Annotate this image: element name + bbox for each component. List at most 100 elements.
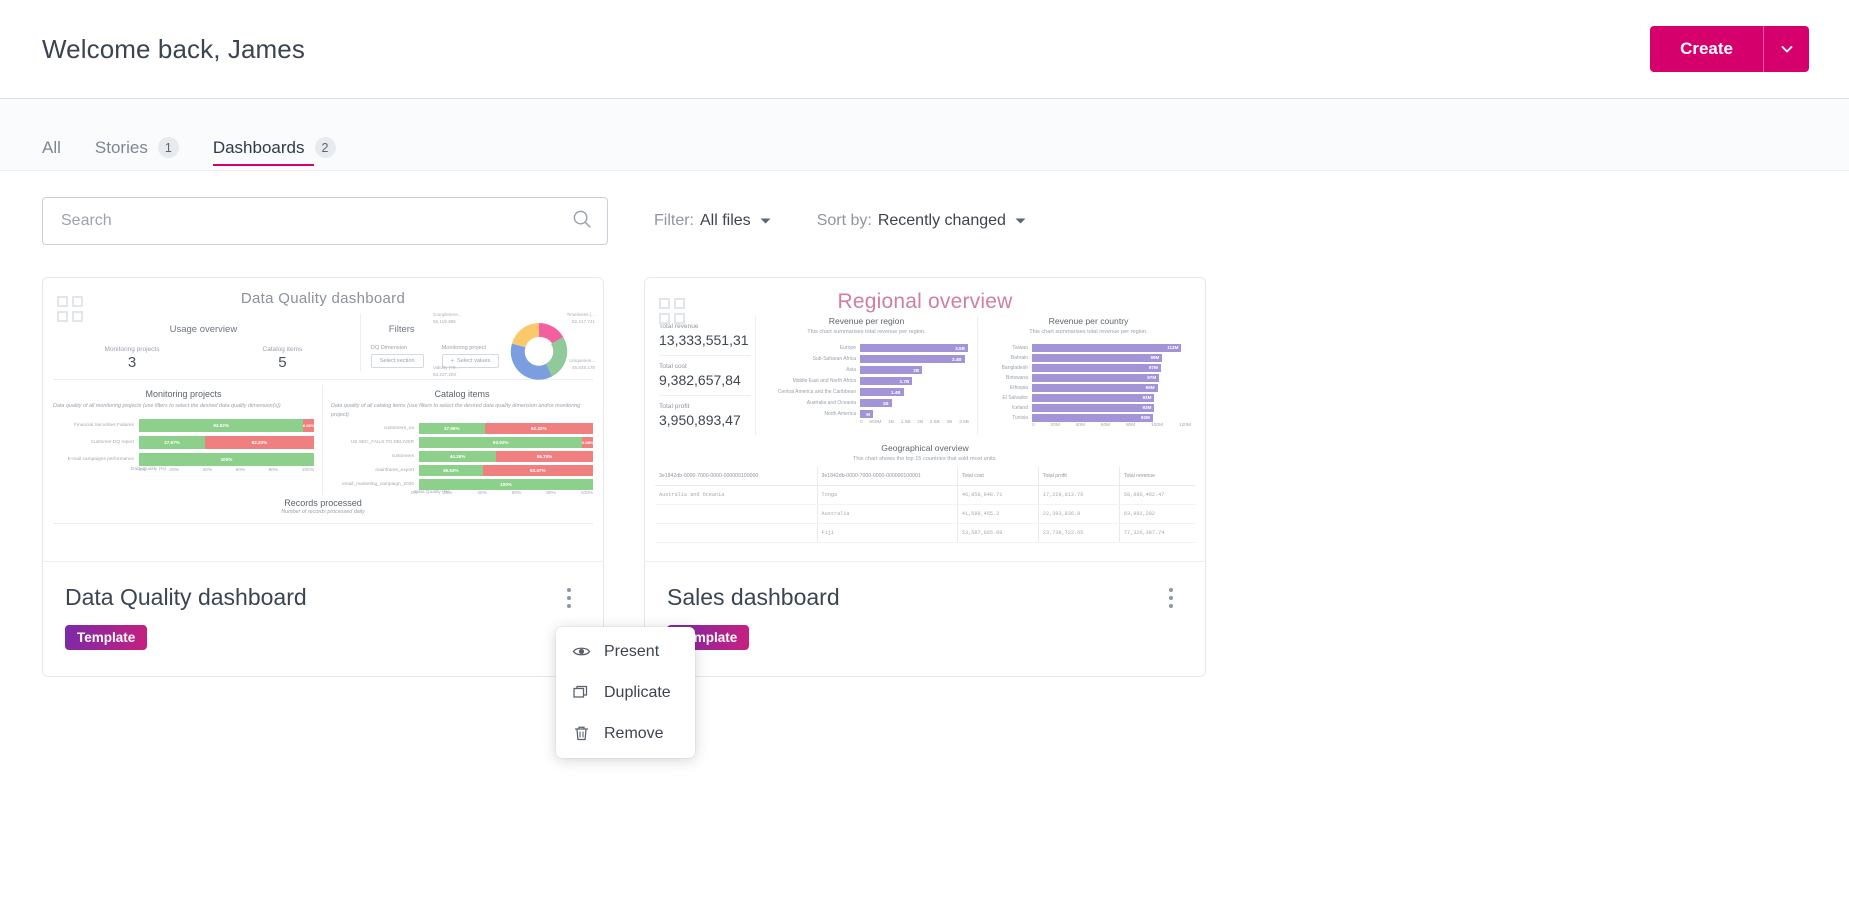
sort-dropdown[interactable]: Sort by: Recently changed [817, 212, 1026, 230]
thumb-chart-desc: This chart summarises total revenue per … [764, 329, 969, 335]
bar-row: Central America and the Caribbean1.4B [764, 387, 969, 397]
bar-row: Bangladesh97M [986, 363, 1191, 372]
table-cell: Fiji [817, 524, 957, 543]
chart-axis: 020M40M60M80M100M120M [1032, 423, 1191, 428]
table-row: Fiji 53,587,665.09 23,738,722.65 77,326,… [655, 524, 1195, 543]
thumb-kpi-label: Total revenue [659, 323, 751, 330]
more-vertical-icon [567, 596, 571, 600]
card-footer: Data Quality dashboard Template [43, 562, 603, 676]
thumb-kpi-label: Monitoring projects [105, 346, 160, 353]
table-header-cell: Total profit [1038, 467, 1119, 486]
status-badge: Template [65, 625, 147, 650]
filter-value: All files [700, 212, 751, 230]
thumb-section-usage: Usage overview [53, 324, 354, 335]
create-button-group: Create [1650, 26, 1809, 72]
thumb-kpi-value: 3 [105, 354, 160, 371]
filter-dropdown[interactable]: Filter: All files [654, 212, 771, 230]
table-cell [655, 505, 817, 524]
tabs: All Stories 1 Dashboards 2 [42, 137, 336, 170]
bar-row: Middle East and North Africa1.7B [764, 376, 969, 386]
donut-label: Uniquenes...45,548,178 [569, 358, 595, 372]
thumb-kpi: Monitoring projects 3 [105, 346, 160, 371]
thumb-kpi-label: Catalog items [263, 346, 303, 353]
table-cell: Australia and Oceania [655, 486, 817, 505]
bar-row: customers 44.26% 55.74% [331, 449, 593, 463]
thumb-chart-desc: Data quality of all monitoring projects … [53, 402, 314, 411]
grid-logo-icon [57, 296, 83, 322]
more-vertical-icon [567, 604, 571, 608]
dashboard-card[interactable]: Regional overview Total revenue 13,333,5… [644, 277, 1206, 677]
more-vertical-icon [567, 588, 571, 592]
bar-row: US SEC_FAILS TO DELIVER 93.92% 6.08% [331, 435, 593, 449]
bar-row: Financial Securities Failures 93.92% 6.0… [53, 417, 314, 434]
bar-row: Tunisia92M [986, 413, 1191, 422]
search-icon[interactable] [571, 208, 593, 235]
tab-stories[interactable]: Stories 1 [95, 137, 179, 170]
context-menu-item-label: Duplicate [604, 684, 671, 702]
thumb-title: Regional overview [655, 290, 1195, 314]
bar-row: North AmericaM [764, 409, 969, 419]
thumb-kpi-value: 13,333,551,31 [659, 332, 751, 348]
bar-row: Ethiopia96M [986, 383, 1191, 392]
tab-all-label: All [42, 138, 61, 158]
dashboard-thumbnail-data-quality[interactable]: Data Quality dashboard Usage overview Mo… [43, 278, 603, 562]
thumb-kpi-value: 9,382,657,84 [659, 372, 751, 388]
thumb-chart-title: Revenue per country [986, 316, 1191, 326]
context-menu-item-present[interactable]: Present [556, 631, 695, 672]
bar-row: email_marketing_campaign_2020 100% [331, 477, 593, 491]
bar-row: El Salvador93M [986, 393, 1191, 402]
thumb-chart-title: Monitoring projects [53, 389, 314, 399]
bar-row: Taiwan113M [986, 343, 1191, 352]
card-menu-button[interactable] [1159, 584, 1183, 612]
tabs-bar: All Stories 1 Dashboards 2 [0, 99, 1849, 171]
bar-row: mainframe_export 36.53% 63.47% [331, 463, 593, 477]
table-row: Australia and Oceania Tonga 46,858,648.7… [655, 486, 1195, 505]
donut-label: Completene...56,119,386 [433, 312, 462, 326]
more-vertical-icon [1169, 604, 1173, 608]
thumb-footer-chart-title: Records processed [53, 498, 593, 508]
bar-row: Sub-Saharan Africa3.4B [764, 354, 969, 364]
card-context-menu: Present Duplicate Remove [556, 627, 695, 758]
context-menu-item-remove[interactable]: Remove [556, 713, 695, 754]
card-title: Sales dashboard [667, 584, 1183, 611]
search-box[interactable] [42, 197, 608, 245]
trash-icon [572, 724, 591, 743]
thumb-kpi-label: Total cost [659, 363, 751, 370]
thumb-kpi: Total profit 3,950,893,47 [659, 396, 751, 435]
thumb-donut-chart: Completene...56,119,386 Timeliness (...8… [435, 310, 595, 392]
table-cell: 22,393,836.8 [1038, 505, 1119, 524]
bar-row: Europe3.5B [764, 343, 969, 353]
thumb-chart-desc: This chart summarises total revenue per … [986, 329, 1191, 335]
search-input[interactable] [61, 212, 571, 230]
thumb-filter-label: DQ Dimension [371, 345, 424, 351]
create-button[interactable]: Create [1650, 26, 1763, 72]
tab-stories-count: 1 [158, 137, 179, 158]
thumb-kpi-value: 5 [263, 354, 303, 371]
table-cell: 23,738,722.65 [1038, 524, 1119, 543]
donut-label: Timeliness (...82,217,741 [567, 312, 595, 326]
donut-label: Validity (79...63,227,204 [433, 365, 459, 379]
card-title: Data Quality dashboard [65, 584, 581, 611]
table-header-cell: 3e1842db-0000-7000-0000-000000100000 [655, 467, 817, 486]
filter-label: Filter: [654, 212, 694, 230]
card-menu-button[interactable] [557, 584, 581, 612]
bar-row: Customer DQ report 37.67% 62.33% [53, 434, 314, 451]
more-vertical-icon [1169, 596, 1173, 600]
dashboard-card-grid: Data Quality dashboard Usage overview Mo… [0, 245, 1849, 677]
caret-down-icon [760, 212, 771, 230]
dashboard-card[interactable]: Data Quality dashboard Usage overview Mo… [42, 277, 604, 677]
context-menu-item-label: Remove [604, 725, 664, 743]
table-cell [655, 524, 817, 543]
thumb-kpi: Catalog items 5 [263, 346, 303, 371]
context-menu-item-duplicate[interactable]: Duplicate [556, 672, 695, 713]
dashboard-thumbnail-sales[interactable]: Regional overview Total revenue 13,333,5… [645, 278, 1205, 562]
thumb-geo-table: 3e1842db-0000-7000-0000-000000100000 3e1… [655, 467, 1195, 543]
chevron-down-icon [1779, 41, 1795, 57]
create-dropdown-button[interactable] [1763, 26, 1809, 72]
tab-dashboards[interactable]: Dashboards 2 [213, 137, 336, 170]
tab-all[interactable]: All [42, 138, 61, 170]
table-cell: 63,992,292 [1119, 505, 1195, 524]
table-cell: 46,858,648.71 [957, 486, 1038, 505]
thumb-table-title: Geographical overview [655, 443, 1195, 453]
thumb-table-desc: This chart shows the top 15 countries th… [655, 456, 1195, 462]
